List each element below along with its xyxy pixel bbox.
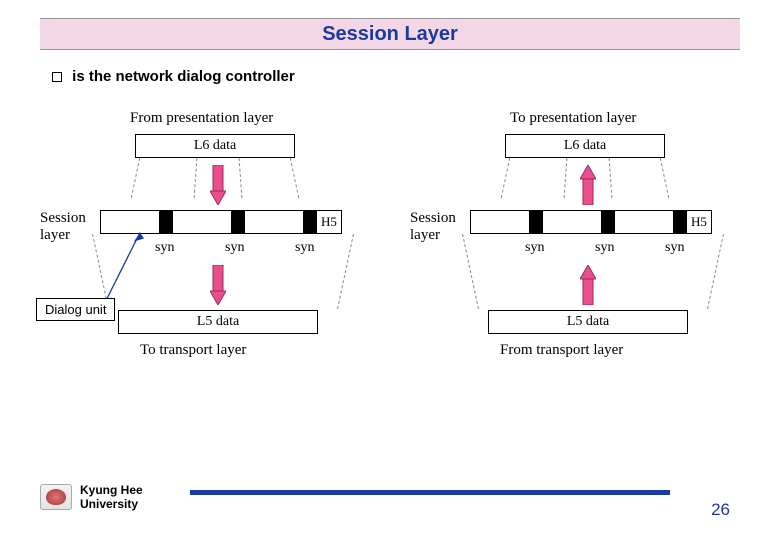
data-segment <box>542 210 602 234</box>
university-name: Kyung Hee University <box>80 484 143 512</box>
annotation-connector-line <box>100 215 150 310</box>
arrow-up-icon <box>580 265 596 305</box>
page-title: Session Layer <box>322 23 458 46</box>
footer-divider-bar <box>190 490 670 495</box>
h5-header-box: H5 <box>316 210 342 234</box>
syn-label: syn <box>155 240 174 256</box>
arrow-down-icon <box>210 265 226 305</box>
syn-marker <box>304 210 316 234</box>
data-segment <box>172 210 232 234</box>
dashed-line <box>564 158 568 198</box>
bullet-icon <box>52 72 62 82</box>
dashed-line <box>290 158 300 198</box>
university-logo-icon <box>40 484 72 510</box>
diagram-left-send: From presentation layer L6 data Session … <box>40 110 370 410</box>
from-transport-label: From transport layer <box>500 342 623 359</box>
dashed-line <box>194 158 198 198</box>
syn-marker <box>232 210 244 234</box>
syn-label: syn <box>525 240 544 256</box>
dashed-line <box>501 158 511 198</box>
syn-marker <box>674 210 686 234</box>
dashed-line <box>660 158 670 198</box>
syn-label: syn <box>665 240 684 256</box>
diagram-right-receive: To presentation layer L6 data Session la… <box>410 110 740 410</box>
arrow-up-icon <box>580 165 596 205</box>
data-segment <box>470 210 530 234</box>
dashed-line <box>707 234 724 309</box>
session-layer-label-left: Session layer <box>40 210 86 243</box>
dashed-line <box>609 158 613 198</box>
l5-data-box-right: L5 data <box>488 310 688 334</box>
syn-label: syn <box>295 240 314 256</box>
syn-label: syn <box>225 240 244 256</box>
syn-marker <box>530 210 542 234</box>
syn-marker <box>602 210 614 234</box>
dashed-line <box>239 158 243 198</box>
session-layer-label-right: Session layer <box>410 210 456 243</box>
from-presentation-label: From presentation layer <box>130 110 273 127</box>
syn-label: syn <box>595 240 614 256</box>
page-number: 26 <box>711 500 730 520</box>
l6-data-box-right: L6 data <box>505 134 665 158</box>
dashed-line <box>131 158 141 198</box>
bullet-text: is the network dialog controller <box>72 68 295 85</box>
arrow-down-icon <box>210 165 226 205</box>
l6-data-box-left: L6 data <box>135 134 295 158</box>
l5-data-box-left: L5 data <box>118 310 318 334</box>
title-bar: Session Layer <box>40 18 740 50</box>
dialog-unit-annotation: Dialog unit <box>36 298 115 321</box>
dashed-line <box>462 234 479 309</box>
data-segment <box>614 210 674 234</box>
to-transport-label: To transport layer <box>140 342 246 359</box>
to-presentation-label: To presentation layer <box>510 110 636 127</box>
dashed-line <box>337 234 354 309</box>
syn-marker <box>160 210 172 234</box>
slide-footer: Kyung Hee University 26 <box>40 484 740 524</box>
h5-segment-row-right: H5 <box>470 210 730 234</box>
h5-header-box: H5 <box>686 210 712 234</box>
data-segment <box>244 210 304 234</box>
bullet-line: is the network dialog controller <box>52 68 295 85</box>
